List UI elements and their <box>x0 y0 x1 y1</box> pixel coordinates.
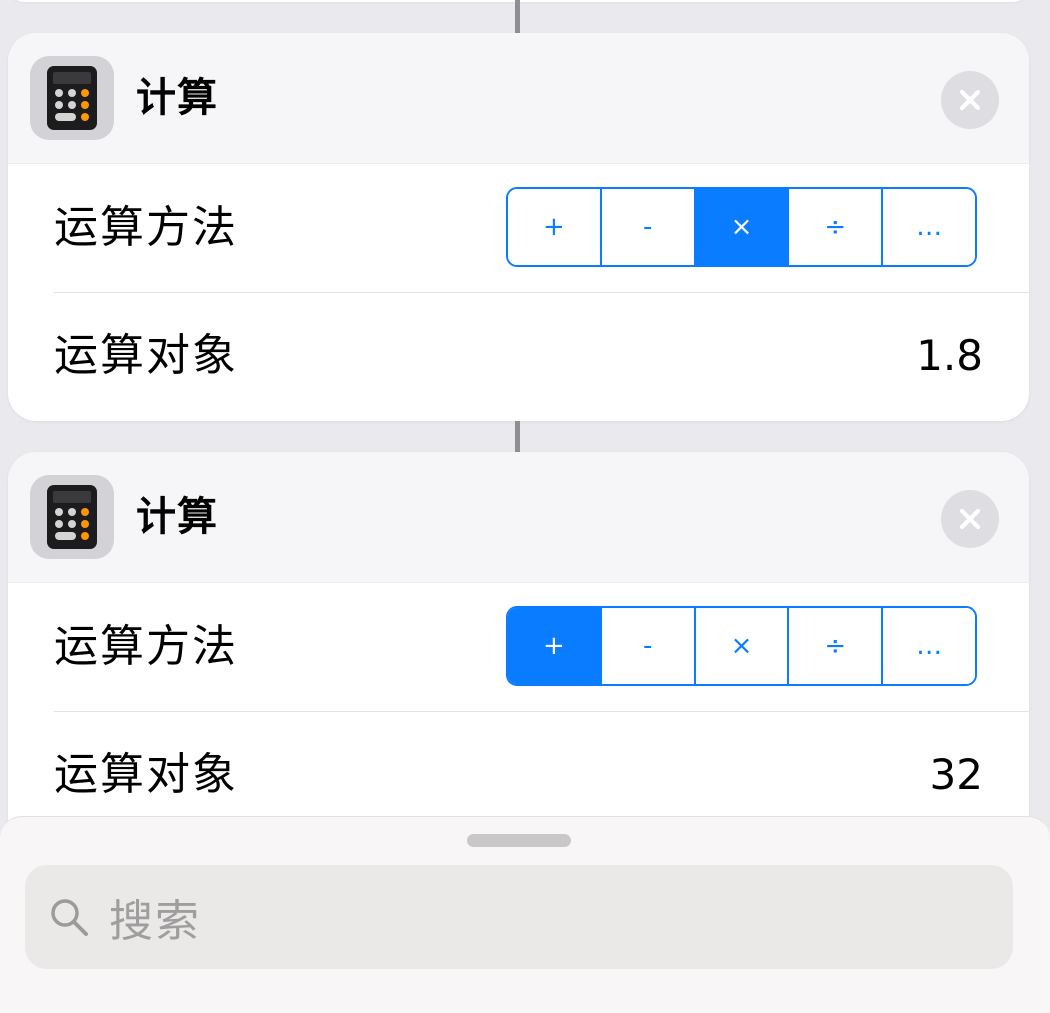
action-connector-line <box>515 421 520 453</box>
close-icon <box>959 508 981 530</box>
operator-subtract-segment[interactable]: - <box>601 189 696 265</box>
operation-row: 运算方法 + - × ÷ … <box>8 164 1029 292</box>
row-divider <box>54 711 1029 712</box>
operator-multiply-segment[interactable]: × <box>695 608 790 684</box>
action-title: 计算 <box>136 75 218 121</box>
row-divider <box>54 292 1029 293</box>
action-connector-line <box>515 0 520 34</box>
operator-multiply-segment[interactable]: × <box>695 189 790 265</box>
search-icon <box>47 895 91 939</box>
operation-row: 运算方法 + - × ÷ … <box>8 583 1029 711</box>
search-placeholder: 搜索 <box>109 896 201 947</box>
operator-segmented-control: + - × ÷ … <box>506 187 977 267</box>
operator-divide-segment[interactable]: ÷ <box>789 189 884 265</box>
operand-row[interactable]: 运算对象 1.8 <box>8 292 1029 420</box>
operation-label: 运算方法 <box>54 621 238 672</box>
operator-add-segment[interactable]: + <box>508 608 602 684</box>
operator-more-segment[interactable]: … <box>883 608 975 684</box>
operator-subtract-segment[interactable]: - <box>601 608 696 684</box>
search-input[interactable]: 搜索 <box>25 865 1013 969</box>
action-header: 计算 <box>8 452 1029 583</box>
sheet-grabber-handle[interactable] <box>467 834 571 847</box>
calculator-icon <box>30 56 114 140</box>
action-search-sheet: 搜索 <box>0 816 1050 1013</box>
operator-segmented-control: + - × ÷ … <box>506 606 977 686</box>
operand-value[interactable]: 32 <box>930 747 983 803</box>
calculate-action-card: 计算 运算方法 + - × ÷ … 运算对象 32 <box>8 452 1029 872</box>
action-header: 计算 <box>8 33 1029 164</box>
operator-more-segment[interactable]: … <box>883 189 975 265</box>
remove-action-button[interactable] <box>941 71 999 129</box>
operator-divide-segment[interactable]: ÷ <box>789 608 884 684</box>
operand-label: 运算对象 <box>54 330 238 381</box>
operation-label: 运算方法 <box>54 202 238 253</box>
operator-add-segment[interactable]: + <box>508 189 602 265</box>
action-title: 计算 <box>136 494 218 540</box>
operand-label: 运算对象 <box>54 749 238 800</box>
close-icon <box>959 89 981 111</box>
calculator-icon <box>30 475 114 559</box>
operand-value[interactable]: 1.8 <box>916 328 983 384</box>
calculate-action-card: 计算 运算方法 + - × ÷ … 运算对象 1.8 <box>8 33 1029 421</box>
remove-action-button[interactable] <box>941 490 999 548</box>
